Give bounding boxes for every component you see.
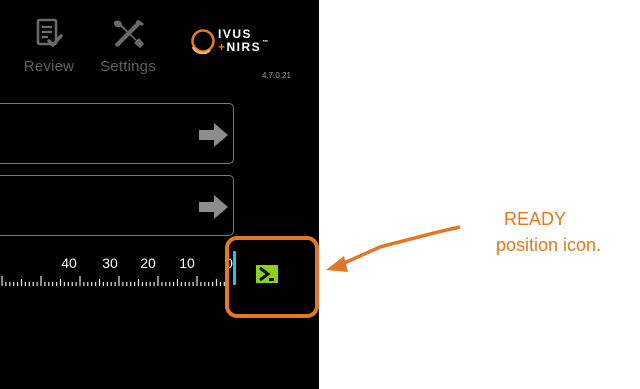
callout-arrow xyxy=(326,225,461,272)
callout-label: READY position icon. xyxy=(496,206,636,258)
callout-line-2: position icon. xyxy=(496,235,602,255)
callout-line-1: READY xyxy=(504,209,567,229)
